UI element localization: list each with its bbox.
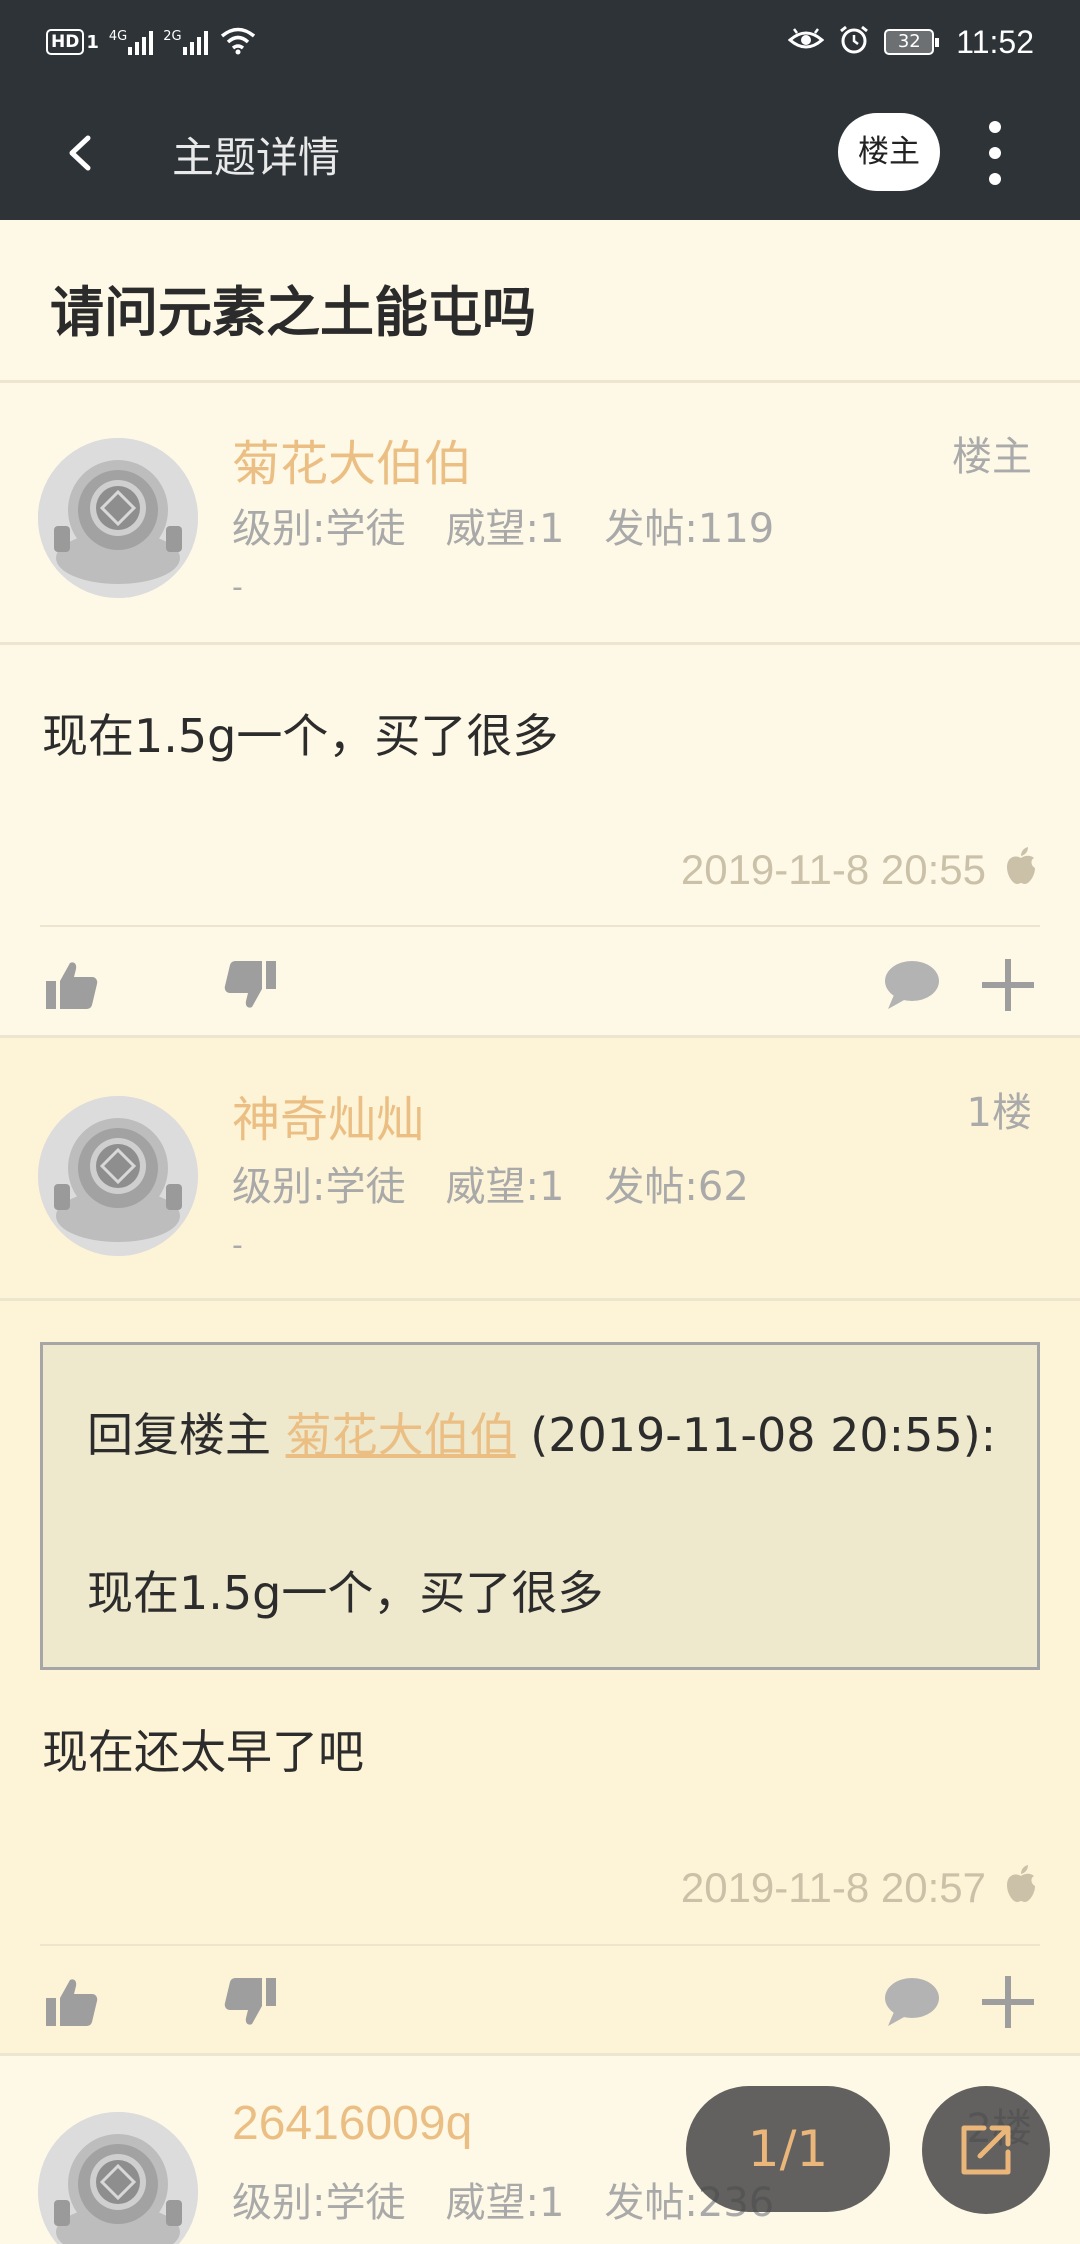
diver-helmet-icon [38,1096,198,1256]
diver-helmet-icon [38,2112,198,2244]
user-prestige: 威望:1 [445,2180,565,2226]
signal-2g-icon: 2G [163,29,208,55]
divider [0,1298,1080,1301]
dislike-button[interactable] [220,1972,280,2032]
edit-external-icon [961,2125,1011,2175]
divider [40,925,1040,927]
plus-icon [982,959,1034,1011]
alarm-icon [838,24,870,60]
add-button[interactable] [978,1972,1038,2032]
clock: 11:52 [956,23,1034,60]
divider [40,1944,1040,1946]
like-button[interactable] [42,955,102,1015]
comment-bubble-icon [885,961,939,1009]
user-level: 级别:学徒 [232,2180,406,2226]
post-meta: 级别:学徒 威望:1 发帖:119 [232,496,774,554]
user-signature: - [232,570,243,605]
quote-user-link[interactable]: 菊花大伯伯 [286,1408,516,1462]
quote-prefix: 回复楼主 [87,1408,271,1462]
comment-bubble-icon [885,1978,939,2026]
compose-reply-button[interactable] [922,2086,1050,2214]
post-username[interactable]: 26416009q [232,2096,472,2151]
page-title: 主题详情 [172,133,341,182]
add-button[interactable] [978,955,1038,1015]
status-bar-right: 32 11:52 [788,20,1034,64]
op-only-button[interactable]: 楼主 [838,113,940,191]
comment-button[interactable] [882,1972,942,2032]
post-floor: 楼主 [952,434,1032,480]
back-button[interactable] [50,118,110,188]
plus-icon [982,1976,1034,2028]
post-username[interactable]: 神奇灿灿 [232,1080,424,1150]
post-time: 2019-11-8 20:55 [680,846,986,893]
diver-helmet-icon [38,438,198,598]
user-post-count: 发帖:62 [604,1164,749,1210]
sim-index: 1 [86,31,99,53]
more-dot-icon [989,173,1001,185]
app-bar: HD 1 4G 2G 32 11:52 主题详情 楼主 [0,0,1080,220]
user-post-count: 发帖:119 [604,506,775,552]
quote-date: (2019-11-08 20:55): [530,1408,997,1462]
post-floor: 1楼 [966,1090,1032,1136]
hd-icon: HD [46,29,85,55]
apple-icon [1007,1865,1035,1902]
like-button[interactable] [42,1972,102,2032]
post-content: 现在还太早了吧 [42,1725,364,1779]
eye-icon [788,26,825,58]
topic-title: 请问元素之土能屯吗 [50,281,536,344]
more-dot-icon [989,147,1001,159]
avatar[interactable] [38,438,198,598]
apple-icon [1007,847,1035,884]
more-dot-icon [989,121,1001,133]
user-signature: - [232,1228,243,1263]
thumbs-up-icon [46,1979,98,2026]
user-level: 级别:学徒 [232,1164,406,1210]
avatar[interactable] [38,1096,198,1256]
post-username[interactable]: 菊花大伯伯 [232,424,472,494]
comment-button[interactable] [882,955,942,1015]
back-arrow-icon [69,135,91,171]
thumbs-up-icon [46,962,98,1009]
divider [0,642,1080,645]
status-bar-left: HD 1 4G 2G [46,22,258,62]
quote-header: 回复楼主 菊花大伯伯 (2019-11-08 20:55): [87,1399,996,1465]
user-prestige: 威望:1 [445,1164,565,1210]
post-content: 现在1.5g一个，买了很多 [42,709,559,763]
battery-icon: 32 [884,29,940,55]
wifi-icon [218,25,258,60]
post-time: 2019-11-8 20:57 [680,1864,986,1911]
divider [0,2053,1080,2056]
post-meta: 级别:学徒 威望:1 发帖:62 [232,1154,749,1212]
signal-4g-icon: 4G [109,29,154,55]
reply-quote: 回复楼主 菊花大伯伯 (2019-11-08 20:55): 现在1.5g一个，… [40,1342,1040,1670]
quote-text: 现在1.5g一个，买了很多 [87,1566,604,1620]
more-menu-button[interactable] [970,118,1020,188]
page-indicator-button[interactable]: 1/1 [686,2086,890,2212]
thumbs-down-icon [224,961,276,1008]
user-prestige: 威望:1 [445,506,565,552]
avatar[interactable] [38,2112,198,2244]
user-level: 级别:学徒 [232,506,406,552]
thumbs-down-icon [224,1978,276,2025]
dislike-button[interactable] [220,955,280,1015]
